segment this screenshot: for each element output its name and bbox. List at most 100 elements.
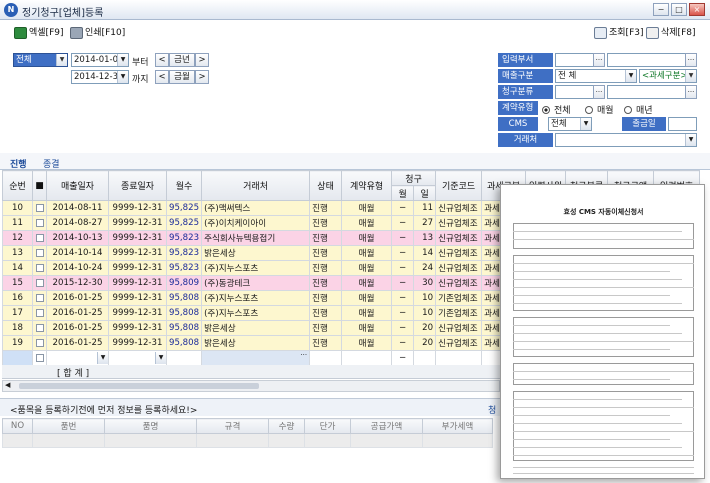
date-to-input[interactable]: 2014-12-31 ▼ — [71, 70, 129, 84]
cell-bd[interactable]: 24 — [413, 260, 437, 276]
cell-bd[interactable]: 27 — [413, 215, 437, 231]
row-checkbox-cell[interactable] — [32, 230, 47, 246]
new-entry-cell[interactable] — [435, 350, 483, 366]
cell-status[interactable]: 진행 — [309, 200, 343, 216]
cell-no[interactable]: 10 — [2, 200, 33, 216]
this-month-button[interactable]: 금월 — [169, 70, 195, 84]
cell-status[interactable]: 진행 — [309, 245, 343, 261]
new-entry-cell[interactable]: ▼ — [46, 350, 109, 366]
cell-client[interactable]: (주)지누스포츠 — [201, 290, 311, 306]
excel-button[interactable]: 엑셀[F9] — [14, 25, 64, 41]
cell-bd[interactable]: 11 — [413, 200, 437, 216]
cell-code[interactable]: 신규업체조 — [435, 215, 483, 231]
cell-bm[interactable]: − — [391, 200, 415, 216]
cell-bd[interactable]: 14 — [413, 245, 437, 261]
new-entry-cell[interactable]: ··· — [201, 350, 311, 366]
cell-code[interactable]: 기존업체조 — [435, 305, 483, 321]
cell-status[interactable]: 진행 — [309, 320, 343, 336]
cell-months[interactable]: 95,809 — [165, 275, 203, 291]
input-dept-name[interactable] — [607, 53, 697, 67]
withdraw-day-input[interactable] — [668, 117, 697, 131]
cell-code[interactable]: 신규업체조 — [435, 320, 483, 336]
row-checkbox-cell[interactable] — [32, 335, 47, 351]
cell-no[interactable]: 12 — [2, 230, 33, 246]
cms-select[interactable]: 전체 ▼ — [548, 117, 592, 131]
cell-end[interactable]: 9999-12-31 — [108, 245, 167, 261]
row-checkbox-cell[interactable] — [32, 200, 47, 216]
search-button[interactable]: 조회[F3] — [594, 25, 644, 41]
this-year-button[interactable]: 금년 — [169, 53, 195, 67]
cell-status[interactable]: 진행 — [309, 230, 343, 246]
cell-status[interactable]: 진행 — [309, 305, 343, 321]
cell-code[interactable]: 기존업체조 — [435, 290, 483, 306]
cell-no[interactable]: 18 — [2, 320, 33, 336]
row-checkbox[interactable] — [35, 353, 44, 362]
col-header-client[interactable]: 거래처 — [201, 170, 311, 201]
row-checkbox[interactable] — [35, 233, 44, 242]
cell-ctype[interactable]: 매월 — [341, 200, 393, 216]
cell-status[interactable]: 진행 — [309, 335, 343, 351]
cell-client[interactable]: (주)동광테크 — [201, 275, 311, 291]
items-cell[interactable] — [350, 433, 423, 448]
cell-status[interactable]: 진행 — [309, 275, 343, 291]
row-checkbox[interactable] — [35, 218, 44, 227]
col-header-end-date[interactable]: 종료일자 — [108, 170, 167, 201]
client-lookup-button[interactable]: ··· — [300, 352, 307, 360]
new-entry-cell[interactable]: − — [391, 350, 415, 366]
cell-bd[interactable]: 20 — [413, 320, 437, 336]
cell-status[interactable]: 진행 — [309, 215, 343, 231]
row-checkbox-cell[interactable] — [32, 245, 47, 261]
cell-client[interactable]: (주)지누스포츠 — [201, 260, 311, 276]
col-header-status[interactable]: 상태 — [309, 170, 343, 201]
cell-bm[interactable]: − — [391, 335, 415, 351]
cell-client[interactable]: 밝은세상 — [201, 335, 311, 351]
cell-end[interactable]: 9999-12-31 — [108, 275, 167, 291]
items-header-spec[interactable]: 규격 — [196, 418, 269, 434]
next-month-button[interactable]: > — [195, 70, 209, 84]
row-checkbox-cell[interactable] — [32, 260, 47, 276]
close-button[interactable]: × — [689, 3, 705, 16]
cell-ctype[interactable]: 매월 — [341, 215, 393, 231]
new-entry-cell[interactable] — [309, 350, 343, 366]
cell-bd[interactable]: 10 — [413, 305, 437, 321]
contract-type-radio-yearly[interactable]: 매년 — [624, 103, 653, 116]
input-dept-lookup-button[interactable]: ··· — [593, 53, 605, 67]
scroll-left-icon[interactable]: ◀ — [5, 381, 10, 389]
cell-bm[interactable]: − — [391, 260, 415, 276]
minimize-button[interactable]: − — [653, 3, 669, 16]
cell-code[interactable]: 신규업체조 — [435, 335, 483, 351]
col-header-check[interactable]: ■ — [32, 170, 47, 201]
new-entry-cell[interactable] — [2, 350, 33, 366]
cell-end[interactable]: 9999-12-31 — [108, 215, 167, 231]
print-button[interactable]: 인쇄[F10] — [70, 25, 125, 41]
cell-months[interactable]: 95,825 — [165, 200, 203, 216]
cell-ctype[interactable]: 매월 — [341, 335, 393, 351]
next-year-button[interactable]: > — [195, 53, 209, 67]
cell-no[interactable]: 15 — [2, 275, 33, 291]
cell-status[interactable]: 진행 — [309, 290, 343, 306]
col-header-billing-day[interactable]: 일 — [413, 185, 437, 201]
delete-button[interactable]: 삭제[F8] — [646, 25, 696, 41]
cell-client[interactable]: 주식회사뉴텍용접기 — [201, 230, 311, 246]
maximize-button[interactable]: □ — [671, 3, 687, 16]
cell-start[interactable]: 2016-01-25 — [46, 335, 109, 351]
row-checkbox-cell[interactable] — [32, 305, 47, 321]
cell-code[interactable]: 신규업체조 — [435, 200, 483, 216]
contract-type-radio-monthly[interactable]: 매월 — [585, 103, 614, 116]
items-cell[interactable] — [32, 433, 105, 448]
cell-bm[interactable]: − — [391, 230, 415, 246]
horizontal-scrollbar[interactable]: ◀ — [2, 380, 500, 392]
items-cell[interactable] — [196, 433, 269, 448]
cell-end[interactable]: 9999-12-31 — [108, 200, 167, 216]
row-checkbox-cell[interactable] — [32, 275, 47, 291]
row-checkbox-cell[interactable] — [32, 215, 47, 231]
cell-months[interactable]: 95,808 — [165, 320, 203, 336]
cell-no[interactable]: 16 — [2, 290, 33, 306]
cell-client[interactable]: (주)맥써텍스 — [201, 200, 311, 216]
cell-ctype[interactable]: 매월 — [341, 275, 393, 291]
cell-months[interactable]: 95,808 — [165, 290, 203, 306]
col-header-no[interactable]: 순번 — [2, 170, 33, 201]
cell-months[interactable]: 95,808 — [165, 335, 203, 351]
row-checkbox[interactable] — [35, 323, 44, 332]
cell-no[interactable]: 17 — [2, 305, 33, 321]
